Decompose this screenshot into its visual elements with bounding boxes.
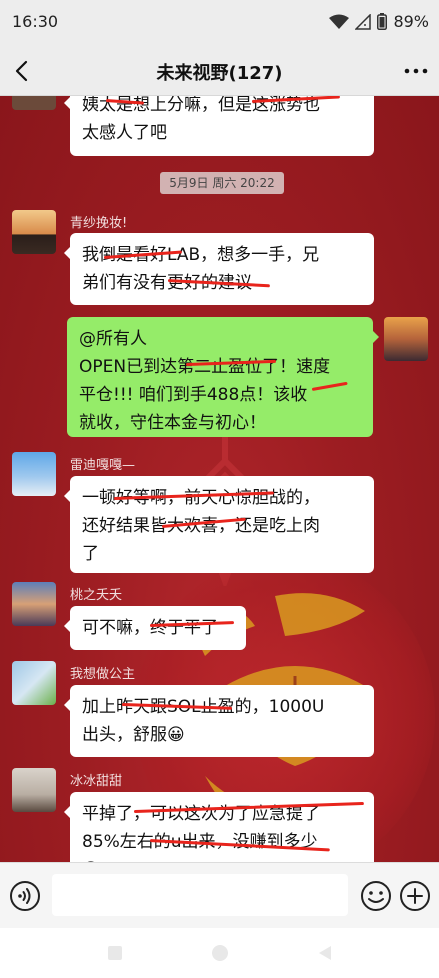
back-triangle-icon[interactable] xyxy=(315,943,335,963)
sender-name: 雷迪嘎嘎— xyxy=(70,458,136,473)
message-bubble[interactable]: 一顿好等啊，前天心惊胆战的， 还好结果皆大欢喜，还是吃上肉 了 xyxy=(64,476,374,573)
input-bar xyxy=(0,862,439,928)
message-line: 就收，守住本金与初心！ xyxy=(79,413,266,433)
avatar[interactable] xyxy=(12,661,56,705)
status-bar: 16:30 89% xyxy=(0,0,439,46)
message-input[interactable] xyxy=(52,874,348,916)
more-dots-icon[interactable] xyxy=(403,58,429,84)
message-line: 平仓!!! 咱们到手488点！该收 xyxy=(79,385,308,405)
avatar[interactable] xyxy=(384,317,428,361)
time-divider: 5月9日 周六 20:22 xyxy=(160,172,284,194)
status-time: 16:30 xyxy=(12,12,59,31)
message-line: 出头，舒服😀 xyxy=(82,725,185,745)
system-nav-bar xyxy=(0,928,439,978)
voice-icon[interactable] xyxy=(9,880,41,912)
message-line: 可不嘛，终于平了 xyxy=(82,618,218,638)
message-line: 了 xyxy=(82,544,99,564)
emoji-icon[interactable] xyxy=(360,880,392,912)
plus-icon[interactable] xyxy=(399,880,431,912)
message-line: 还好结果皆大欢喜，还是吃上肉 xyxy=(82,516,320,536)
battery-level: 89% xyxy=(393,12,429,31)
home-circle-icon[interactable] xyxy=(210,943,230,963)
sender-name: 我想做公主 xyxy=(70,667,136,682)
message-bubble[interactable]: 加上昨天跟SOL止盈的，1000U 出头，舒服😀 xyxy=(64,685,374,757)
wifi-icon xyxy=(329,14,350,29)
avatar[interactable] xyxy=(12,768,56,812)
chat-area[interactable]: 姨太是想上分嘛，但是这涨势也 太感人了吧 5月9日 周六 20:22 青纱挽妆!… xyxy=(0,96,439,862)
avatar[interactable] xyxy=(12,582,56,626)
battery-icon xyxy=(377,13,388,30)
avatar[interactable] xyxy=(12,96,56,110)
title-bar: 未来视野(127) xyxy=(0,46,439,96)
message-line: 太感人了吧 xyxy=(82,123,167,143)
sender-name: 青纱挽妆! xyxy=(70,216,128,231)
message-line: @所有人 xyxy=(79,329,147,349)
message-bubble[interactable]: 可不嘛，终于平了 xyxy=(64,606,246,650)
chat-title: 未来视野(127) xyxy=(156,63,283,84)
message-bubble[interactable]: 我倒是看好LAB，想多一手，兄 弟们有没有更好的建议 xyxy=(64,233,374,305)
sender-name: 桃之夭夭 xyxy=(70,588,123,603)
message-bubble[interactable]: 姨太是想上分嘛，但是这涨势也 太感人了吧 xyxy=(64,96,374,156)
message-bubble[interactable]: @所有人 OPEN已到达第二止盈位了！速度 平仓!!! 咱们到手488点！该收 … xyxy=(67,317,379,437)
recents-square-icon[interactable] xyxy=(105,943,125,963)
sender-name: 冰冰甜甜 xyxy=(70,774,123,789)
signal-icon xyxy=(355,13,372,30)
status-icons: 89% xyxy=(329,12,429,31)
avatar[interactable] xyxy=(12,452,56,496)
message-line: OPEN已到达第二止盈位了！速度 xyxy=(79,357,331,377)
avatar[interactable] xyxy=(12,210,56,254)
